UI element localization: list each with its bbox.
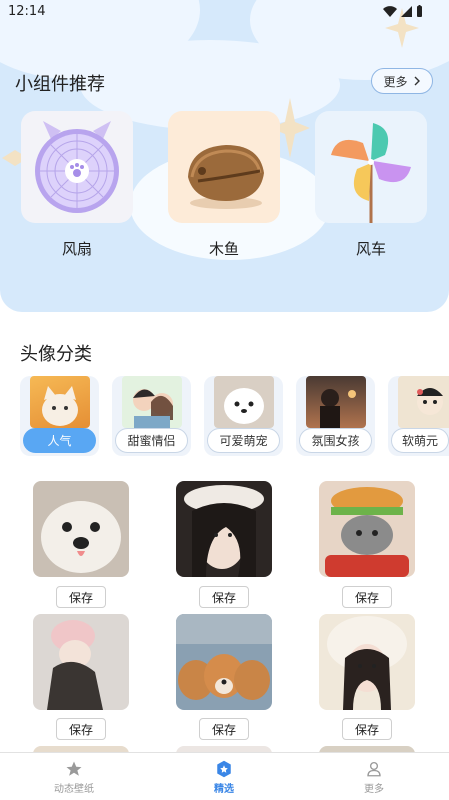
category-label: 可爱萌宠: [207, 428, 280, 453]
fan-icon: [35, 121, 119, 213]
avatar-photo-cat-burger[interactable]: [319, 481, 415, 577]
status-bar: 12:14: [0, 0, 449, 24]
girl-photo: [184, 485, 264, 577]
avatar-photo-dog[interactable]: [33, 481, 129, 577]
category-popular[interactable]: 人气: [20, 376, 99, 456]
nav-live-wallpaper[interactable]: 动态壁纸: [24, 753, 124, 800]
couple-avatar-image: [133, 389, 173, 428]
status-icons: [383, 5, 423, 17]
star-icon: [66, 761, 82, 776]
category-label: 甜蜜情侣: [115, 428, 188, 453]
category-thumbnail: [398, 376, 449, 428]
category-thumbnail: [122, 376, 182, 428]
save-button[interactable]: 保存: [56, 718, 106, 740]
nav-label: 更多: [364, 783, 384, 795]
avatar-photo-shiba-dogs[interactable]: [176, 614, 272, 710]
widget-wooden-fish-card[interactable]: [168, 111, 280, 223]
widget-pinwheel-label: 风车: [355, 240, 386, 258]
status-time: 12:14: [8, 4, 46, 19]
battery-icon: [417, 5, 422, 17]
nav-label: 动态壁纸: [54, 783, 94, 795]
pinwheel-icon: [331, 123, 411, 223]
avatar-categories-title: 头像分类: [20, 344, 92, 365]
cartoon-avatar-image: [417, 388, 443, 415]
more-widgets-button[interactable]: 更多: [371, 68, 433, 94]
avatar-photo-girl-fur-hood[interactable]: [319, 614, 415, 710]
girl-avatar-image: [320, 389, 356, 428]
avatar-photo-pink-hat-child[interactable]: [33, 614, 129, 710]
category-cute-pets[interactable]: 可爱萌宠: [204, 376, 283, 456]
signal-icon: [401, 5, 412, 17]
nav-label: 精选: [214, 783, 234, 795]
cat-burger-photo: [325, 487, 409, 577]
fur-hood-girl-photo: [327, 616, 407, 710]
widget-fan-card[interactable]: [21, 111, 133, 223]
category-vibe-girl[interactable]: 氛围女孩: [296, 376, 375, 456]
chevron-right-icon: [414, 76, 420, 86]
save-button[interactable]: 保存: [56, 586, 106, 608]
widget-wooden-fish-label: 木鱼: [208, 240, 239, 258]
wooden-fish-icon: [188, 145, 264, 209]
save-button[interactable]: 保存: [342, 718, 392, 740]
wifi-icon: [383, 5, 397, 17]
widget-fan-label: 风扇: [61, 240, 92, 258]
badge-star-icon: [217, 760, 231, 777]
category-sweet-couple[interactable]: 甜蜜情侣: [112, 376, 191, 456]
category-label: 软萌元: [391, 428, 449, 453]
bottom-navigation: 动态壁纸 精选 更多: [0, 752, 449, 800]
save-button[interactable]: 保存: [199, 586, 249, 608]
category-label: 氛围女孩: [299, 428, 372, 453]
more-button-label: 更多: [383, 74, 408, 89]
category-thumbnail: [306, 376, 366, 428]
widget-pinwheel-card[interactable]: [315, 111, 427, 223]
puppy-avatar-image: [224, 388, 264, 424]
avatar-photo-girl-bear-hat[interactable]: [176, 481, 272, 577]
nav-featured[interactable]: 精选: [174, 753, 274, 800]
save-button[interactable]: 保存: [342, 586, 392, 608]
dog-photo: [41, 501, 121, 573]
category-thumbnail: [214, 376, 274, 428]
save-button[interactable]: 保存: [199, 718, 249, 740]
nav-more[interactable]: 更多: [324, 753, 424, 800]
category-soft-cute[interactable]: 软萌元: [388, 376, 449, 456]
cat-avatar-image: [42, 386, 78, 426]
category-thumbnail: [30, 376, 90, 428]
shiba-photo: [176, 614, 272, 700]
child-photo: [47, 620, 103, 710]
person-icon: [367, 761, 381, 776]
widgets-section-title: 小组件推荐: [15, 74, 105, 95]
category-label: 人气: [23, 428, 96, 453]
